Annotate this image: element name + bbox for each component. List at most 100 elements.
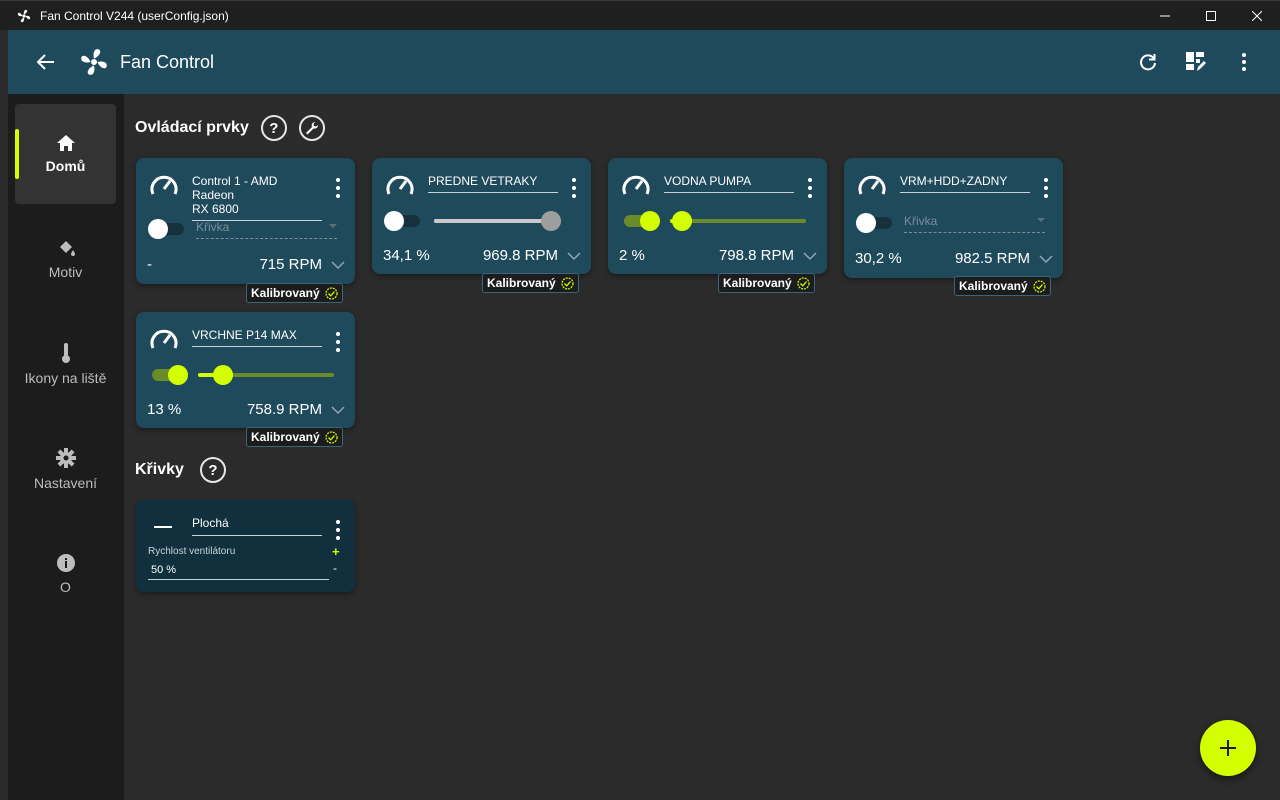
decrement-button[interactable]: - — [333, 561, 337, 575]
speedometer-icon — [150, 329, 178, 349]
card-menu-button[interactable] — [333, 520, 343, 540]
control-percent: 34,1 % — [383, 247, 430, 264]
wrench-icon — [305, 122, 318, 135]
enable-toggle[interactable] — [152, 365, 188, 385]
speedometer-icon — [386, 175, 414, 195]
add-button[interactable] — [1200, 720, 1256, 776]
chevron-down-icon[interactable] — [567, 251, 581, 261]
control-name[interactable]: VODNA PUMPA — [664, 174, 794, 193]
flat-curve-icon — [154, 526, 172, 528]
speed-slider[interactable] — [198, 365, 334, 385]
control-card[interactable]: VRCHNE P14 MAX 13 % 758.9 RPM — [136, 312, 355, 428]
slider-thumb[interactable] — [541, 211, 561, 231]
enable-toggle[interactable] — [148, 219, 184, 239]
speedometer-icon — [622, 175, 650, 195]
slider-thumb[interactable] — [672, 211, 693, 231]
fan-speed-input[interactable]: 50 % — [148, 562, 329, 580]
plus-icon — [1220, 740, 1236, 756]
chevron-down-icon[interactable] — [1039, 254, 1053, 264]
help-button[interactable]: ? — [260, 115, 287, 141]
chevron-down-icon[interactable] — [331, 260, 345, 270]
info-icon — [56, 554, 75, 572]
maximize-button[interactable] — [1188, 1, 1234, 31]
controls-section-header: Ovládací prvky ? — [135, 115, 325, 141]
card-menu-button[interactable] — [569, 178, 579, 198]
help-icon: ? — [269, 119, 279, 137]
chevron-down-icon[interactable] — [331, 405, 345, 415]
paint-bucket-icon — [59, 241, 75, 256]
chevron-down-icon[interactable] — [803, 251, 817, 261]
refresh-icon — [1140, 54, 1156, 71]
home-icon — [56, 135, 75, 151]
chevron-down-icon — [1037, 218, 1045, 222]
speed-slider[interactable] — [434, 211, 561, 231]
close-icon — [1252, 11, 1262, 21]
increment-button[interactable]: + — [332, 544, 340, 559]
card-menu-button[interactable] — [333, 178, 343, 198]
control-name[interactable]: VRM+HDD+ZADNY — [900, 174, 1030, 193]
sidebar-item-label: Domů — [45, 158, 86, 174]
control-rpm: 758.9 RPM — [246, 401, 322, 418]
slider-thumb[interactable] — [213, 365, 234, 385]
control-rpm: 715 RPM — [259, 256, 322, 273]
help-button[interactable]: ? — [199, 457, 226, 483]
control-card[interactable]: VODNA PUMPA 2 % 798.8 RPM — [608, 158, 827, 274]
calibrated-badge: Kalibrovaný — [246, 283, 343, 303]
control-name[interactable]: VRCHNE P14 MAX — [192, 328, 322, 347]
curve-select[interactable]: Křivka — [196, 220, 337, 239]
sidebar-item-label: Motiv — [48, 264, 83, 280]
window-title: Fan Control V244 (userConfig.json) — [40, 8, 229, 23]
control-card[interactable]: PREDNE VETRAKY 34,1 % 969.8 RPM — [372, 158, 591, 274]
enable-toggle[interactable] — [856, 213, 892, 233]
curve-select[interactable]: Křivka — [904, 214, 1045, 233]
control-name[interactable]: PREDNE VETRAKY — [428, 174, 558, 193]
check-circle-icon — [797, 276, 810, 290]
section-title: Ovládací prvky — [135, 119, 249, 136]
sidebar-item-theme[interactable]: Motiv — [15, 209, 116, 309]
sidebar-item-label: O — [60, 579, 71, 595]
control-card[interactable]: VRM+HDD+ZADNY Křivka 30,2 % 982.5 RPM — [844, 158, 1063, 278]
control-percent: 2 % — [619, 247, 645, 264]
card-menu-button[interactable] — [333, 332, 343, 352]
sidebar-item-label: Ikony na liště — [24, 370, 107, 386]
refresh-button[interactable] — [1124, 38, 1172, 86]
sidebar-item-about[interactable]: O — [15, 524, 116, 624]
control-rpm: 798.8 RPM — [718, 247, 794, 264]
window-titlebar: Fan Control V244 (userConfig.json) — [0, 0, 1280, 30]
check-circle-icon — [561, 276, 574, 290]
minimize-icon — [1160, 15, 1170, 17]
back-button[interactable] — [22, 38, 70, 86]
gear-icon — [55, 448, 76, 468]
fan-speed-label: Rychlost ventilátoru — [148, 546, 236, 557]
control-card[interactable]: Control 1 - AMD Radeon RX 6800 Křivka - … — [136, 158, 355, 284]
card-menu-button[interactable] — [805, 178, 815, 198]
chevron-down-icon — [329, 224, 337, 228]
minimize-button[interactable] — [1142, 1, 1188, 31]
sidebar-item-home[interactable]: Domů — [15, 104, 116, 204]
check-circle-icon — [325, 286, 338, 300]
enable-toggle[interactable] — [624, 211, 660, 231]
more-menu-button[interactable] — [1220, 38, 1268, 86]
curves-section-header: Křivky ? — [135, 457, 226, 483]
tools-button[interactable] — [298, 115, 325, 141]
control-percent: 13 % — [147, 401, 182, 418]
control-percent: - — [147, 256, 152, 273]
enable-toggle[interactable] — [384, 211, 420, 231]
control-name[interactable]: Control 1 - AMD Radeon RX 6800 — [192, 174, 322, 221]
close-window-button[interactable] — [1234, 1, 1280, 31]
slider-fill — [434, 219, 551, 223]
control-rpm: 982.5 RPM — [954, 250, 1030, 267]
speedometer-icon — [150, 175, 178, 195]
speed-slider[interactable] — [670, 211, 806, 231]
fan-icon — [17, 9, 31, 22]
edit-layout-button[interactable] — [1172, 38, 1220, 86]
sidebar-item-settings[interactable]: Nastavení — [15, 419, 116, 519]
sidebar-item-tray-icons[interactable]: Ikony na liště — [15, 314, 116, 414]
arrow-left-icon — [36, 54, 54, 70]
help-icon: ? — [208, 461, 218, 479]
app-title: Fan Control — [120, 51, 215, 72]
curve-card[interactable]: Plochá Rychlost ventilátoru + 50 % - — [136, 500, 355, 592]
curve-name[interactable]: Plochá — [192, 516, 322, 536]
app-bar: Fan Control — [8, 30, 1280, 94]
card-menu-button[interactable] — [1041, 178, 1051, 198]
